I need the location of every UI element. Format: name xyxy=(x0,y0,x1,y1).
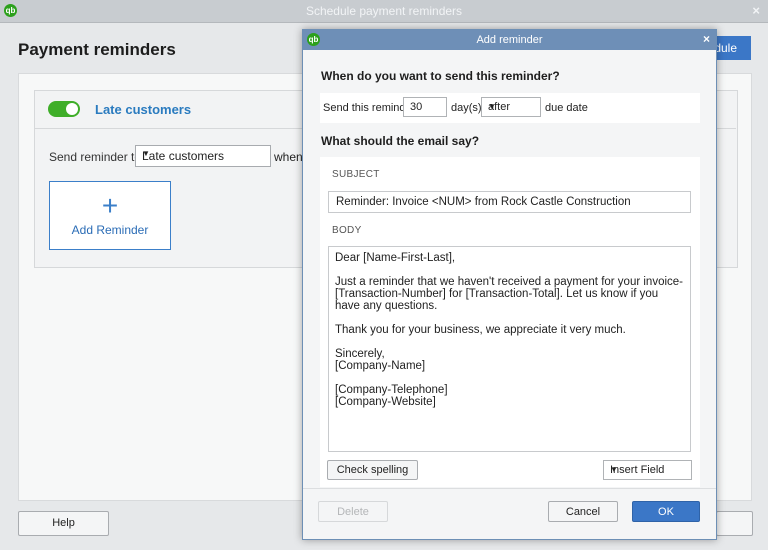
background-title-bar: qb Schedule payment reminders × xyxy=(0,0,768,23)
dialog-title: Add reminder xyxy=(476,34,543,46)
body-textarea[interactable]: Dear [Name-First-Last], Just a reminder … xyxy=(328,246,691,452)
delete-button[interactable]: Delete xyxy=(318,501,388,522)
due-date-label: due date xyxy=(545,102,588,114)
chevron-down-icon: ▼ xyxy=(488,102,496,111)
schedule-row: Send this reminder 30 day(s) after ▼ due… xyxy=(320,93,700,123)
body-caption: BODY xyxy=(332,225,362,236)
page-title: Payment reminders xyxy=(18,40,176,59)
subject-value: Reminder: Invoice <NUM> from Rock Castle… xyxy=(336,196,631,208)
footer-divider xyxy=(303,488,716,489)
when-question: When do you want to send this reminder? xyxy=(321,69,560,83)
toggle-knob xyxy=(66,103,78,115)
chevron-down-icon: ▼ xyxy=(610,465,618,474)
send-to-select[interactable]: Late customers ▼ xyxy=(135,145,271,167)
body-paragraph: Just a reminder that we haven't received… xyxy=(335,276,684,312)
subject-caption: SUBJECT xyxy=(332,169,380,180)
group-name: Late customers xyxy=(95,102,192,117)
check-spelling-button[interactable]: Check spelling xyxy=(327,460,418,480)
ok-button[interactable]: OK xyxy=(632,501,700,522)
plus-icon: + xyxy=(101,190,119,221)
add-reminder-label: Add Reminder xyxy=(71,223,149,237)
insert-field-select[interactable]: Insert Field ▼ xyxy=(603,460,692,480)
body-thanks: Thank you for your business, we apprecia… xyxy=(335,324,626,336)
help-button[interactable]: Help xyxy=(18,511,109,536)
subject-input[interactable]: Reminder: Invoice <NUM> from Rock Castle… xyxy=(328,191,691,213)
dialog-close-icon[interactable]: × xyxy=(703,32,710,46)
days-unit-label: day(s) xyxy=(451,102,482,114)
ok-label: OK xyxy=(658,506,674,518)
background-window-title: Schedule payment reminders xyxy=(305,4,463,18)
chevron-down-icon: ▼ xyxy=(142,149,150,158)
relation-select[interactable]: after ▼ xyxy=(481,97,541,117)
check-spelling-label: Check spelling xyxy=(336,464,409,476)
background-footer-button[interactable] xyxy=(716,511,753,536)
body-greeting: Dear [Name-First-Last], xyxy=(335,252,456,264)
email-editor: SUBJECT Reminder: Invoice <NUM> from Roc… xyxy=(320,157,700,487)
body-company-website: [Company-Website] xyxy=(335,396,436,408)
body-closing: Sincerely, xyxy=(335,348,385,360)
cancel-label: Cancel xyxy=(565,506,601,518)
delete-label: Delete xyxy=(337,506,369,518)
add-reminder-tile[interactable]: + Add Reminder xyxy=(49,181,171,250)
background-close-icon[interactable]: × xyxy=(752,3,760,18)
when-label: when xyxy=(274,150,303,164)
email-question: What should the email say? xyxy=(321,134,480,148)
days-input[interactable]: 30 xyxy=(403,97,447,117)
cancel-button[interactable]: Cancel xyxy=(548,501,618,522)
group-toggle[interactable] xyxy=(48,101,80,117)
add-reminder-dialog: qb Add reminder × When do you want to se… xyxy=(302,29,717,540)
dialog-title-bar: qb Add reminder × xyxy=(303,30,716,50)
body-company-telephone: [Company-Telephone] xyxy=(335,384,448,396)
days-value: 30 xyxy=(410,101,423,113)
send-to-label: Send reminder to xyxy=(49,150,142,164)
help-button-label: Help xyxy=(52,517,75,529)
send-this-reminder-label: Send this reminder xyxy=(323,102,416,114)
body-company-name: [Company-Name] xyxy=(335,360,426,372)
schedule-button-label: dule xyxy=(714,41,737,55)
